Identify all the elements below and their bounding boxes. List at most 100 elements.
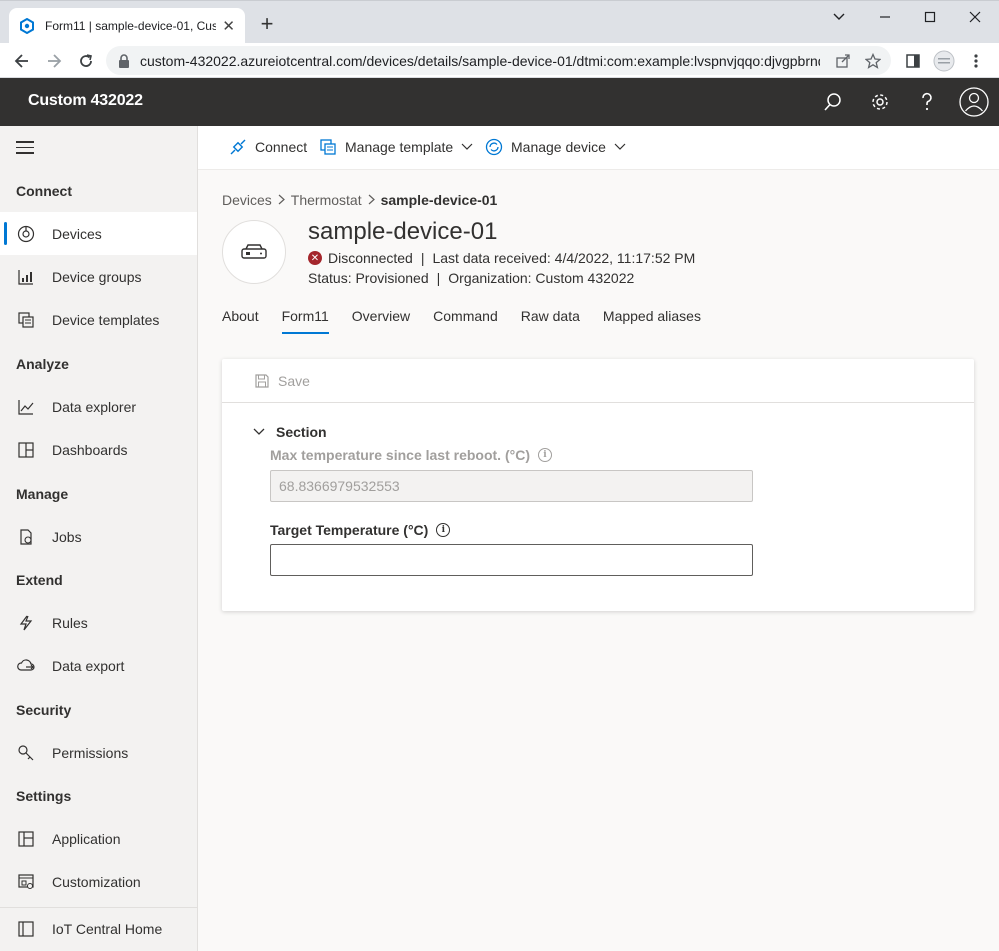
- minimize-icon[interactable]: [862, 5, 908, 29]
- sidebar-item-label: Dashboards: [52, 441, 128, 458]
- tab-command[interactable]: Command: [433, 308, 498, 334]
- tab-about[interactable]: About: [222, 308, 259, 334]
- breadcrumb: Devices Thermostat sample-device-01: [222, 192, 497, 208]
- breadcrumb-thermostat[interactable]: Thermostat: [291, 192, 362, 208]
- sidebar-item-jobs[interactable]: Jobs: [0, 515, 197, 558]
- reload-icon[interactable]: [74, 49, 98, 73]
- tab-form11[interactable]: Form11: [281, 308, 330, 334]
- tab-search-icon[interactable]: [816, 5, 862, 29]
- device-status-line: Status: Provisioned | Organization: Cust…: [308, 270, 635, 286]
- dashboards-icon: [16, 440, 36, 460]
- sidebar-item-customization[interactable]: Customization: [0, 860, 197, 903]
- sidebar-item-label: Customization: [52, 873, 141, 890]
- tab-raw-data[interactable]: Raw data: [521, 308, 580, 334]
- connect-button[interactable]: Connect: [229, 138, 307, 156]
- data-explorer-icon: [16, 397, 36, 417]
- section-toggle[interactable]: Section: [252, 424, 327, 440]
- address-bar[interactable]: custom-432022.azureiotcentral.com/device…: [106, 46, 891, 75]
- device-avatar: [222, 220, 286, 284]
- sidebar-item-label: IoT Central Home: [52, 920, 163, 937]
- application-icon: [16, 829, 36, 849]
- max-temperature-label: Max temperature since last reboot. (°C) …: [270, 447, 552, 463]
- sidebar-item-rules[interactable]: Rules: [0, 601, 197, 644]
- device-connection-line: ✕ Disconnected | Last data received: 4/4…: [308, 250, 695, 266]
- sidebar-item-label: Permissions: [52, 744, 129, 761]
- window-close-icon[interactable]: [952, 5, 998, 29]
- tab-mapped-aliases[interactable]: Mapped aliases: [603, 308, 701, 334]
- breadcrumb-devices[interactable]: Devices: [222, 192, 272, 208]
- sidebar-item-device-groups[interactable]: Device groups: [0, 255, 197, 298]
- sidebar-item-data-export[interactable]: Data export: [0, 644, 197, 687]
- target-temperature-field[interactable]: [270, 544, 753, 576]
- user-account-icon[interactable]: [959, 87, 989, 117]
- profile-avatar-icon[interactable]: [932, 49, 956, 73]
- hamburger-menu-icon[interactable]: [16, 141, 34, 155]
- side-panel-icon[interactable]: [901, 49, 925, 73]
- manage-device-label: Manage device: [511, 139, 606, 155]
- info-icon[interactable]: i: [538, 448, 552, 462]
- app-header: Custom 432022: [0, 78, 999, 126]
- nav-section-settings: Settings: [16, 788, 72, 804]
- settings-gear-icon[interactable]: [868, 90, 892, 114]
- info-icon[interactable]: i: [436, 523, 451, 537]
- provisioning-status: Status: Provisioned: [308, 270, 429, 286]
- manage-template-label: Manage template: [345, 139, 454, 155]
- max-temperature-field: [270, 470, 753, 502]
- save-disk-icon: [254, 373, 270, 389]
- device-templates-icon: [16, 310, 36, 330]
- maximize-icon[interactable]: [907, 5, 953, 29]
- plug-icon: [229, 138, 247, 156]
- form-card: Save Section Max temperature since last …: [222, 359, 974, 611]
- address-url: custom-432022.azureiotcentral.com/device…: [140, 52, 820, 69]
- device-icon: [241, 244, 267, 259]
- connect-label: Connect: [255, 139, 308, 155]
- nav-section-security: Security: [16, 702, 72, 718]
- back-arrow-icon[interactable]: [10, 49, 34, 73]
- new-tab-button[interactable]: +: [255, 13, 279, 37]
- nav-section-extend: Extend: [16, 572, 63, 588]
- save-button[interactable]: Save: [254, 373, 310, 389]
- disconnected-error-icon: ✕: [308, 251, 322, 265]
- sidebar-item-iot-central-home[interactable]: IoT Central Home: [0, 907, 197, 950]
- browser-menu-icon[interactable]: [964, 49, 988, 73]
- sidebar-item-application[interactable]: Application: [0, 817, 197, 860]
- sidebar-item-device-templates[interactable]: Device templates: [0, 298, 197, 341]
- sidebar-item-label: Data explorer: [52, 398, 137, 415]
- sidebar-item-permissions[interactable]: Permissions: [0, 731, 197, 774]
- sidebar-item-label: Rules: [52, 614, 88, 631]
- tab-close-icon[interactable]: ✕: [222, 17, 235, 35]
- manage-device-button[interactable]: Manage device: [485, 138, 626, 156]
- chevron-down-icon: [461, 143, 473, 150]
- organization: Organization: Custom 432022: [448, 270, 635, 286]
- sidebar-item-label: Device groups: [52, 268, 142, 285]
- share-icon[interactable]: [834, 52, 852, 70]
- sidebar-item-devices[interactable]: Devices: [0, 212, 197, 255]
- browser-tab-title: Form11 | sample-device-01, Custom 432022: [45, 19, 217, 33]
- app-brand[interactable]: Custom 432022: [28, 92, 143, 110]
- connection-status: Disconnected: [328, 250, 413, 266]
- jobs-icon: [16, 527, 36, 547]
- key-icon: [16, 743, 36, 763]
- device-groups-icon: [16, 267, 36, 287]
- manage-template-button[interactable]: Manage template: [319, 138, 473, 156]
- chevron-right-icon: [368, 192, 375, 208]
- sidebar-item-label: Application: [52, 830, 121, 847]
- tab-overview[interactable]: Overview: [352, 308, 410, 334]
- sidebar-item-data-explorer[interactable]: Data explorer: [0, 385, 197, 428]
- search-icon[interactable]: [821, 90, 845, 114]
- browser-toolbar: custom-432022.azureiotcentral.com/device…: [0, 43, 999, 78]
- nav-section-manage: Manage: [16, 486, 69, 502]
- iot-central-favicon-icon: [19, 18, 35, 34]
- forward-arrow-icon[interactable]: [42, 49, 66, 73]
- target-temperature-label-text: Target Temperature (°C): [270, 522, 429, 538]
- browser-tab[interactable]: Form11 | sample-device-01, Custom 432022…: [9, 8, 245, 44]
- customization-icon: [16, 872, 36, 892]
- sidebar-item-dashboards[interactable]: Dashboards: [0, 428, 197, 471]
- nav-section-analyze: Analyze: [16, 356, 69, 372]
- sidebar-item-label: Data export: [52, 657, 125, 674]
- last-data-received: Last data received: 4/4/2022, 11:17:52 P…: [432, 250, 696, 266]
- help-icon[interactable]: [915, 90, 939, 114]
- device-sync-icon: [485, 138, 503, 156]
- form-toolbar-divider: [222, 402, 974, 403]
- bookmark-star-icon[interactable]: [864, 52, 882, 70]
